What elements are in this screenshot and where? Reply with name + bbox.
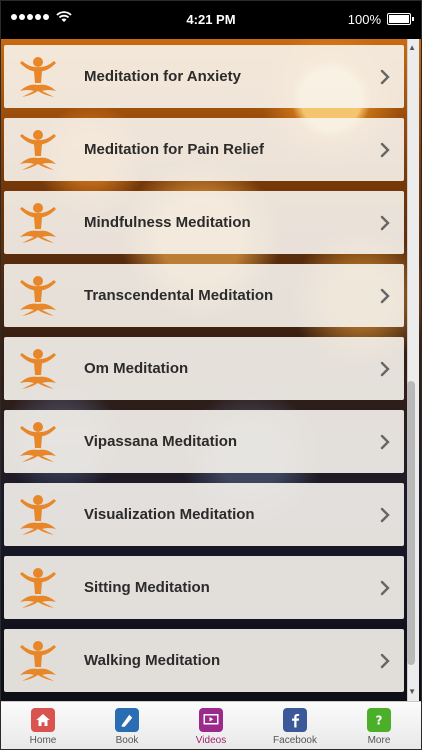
list-item-label: Mindfulness Meditation <box>84 214 251 231</box>
home-icon <box>31 708 55 732</box>
meditation-logo-icon <box>14 564 62 612</box>
list-item[interactable]: Transcendental Meditation <box>4 264 404 327</box>
tab-label: More <box>367 735 391 746</box>
tab-label: Book <box>115 735 139 746</box>
status-bar: 4:21 PM 100% <box>1 1 421 39</box>
scroll-up-arrow-icon[interactable]: ▲ <box>408 43 416 52</box>
tab-home[interactable]: Home <box>1 702 85 749</box>
videos-icon <box>199 708 223 732</box>
battery-icon <box>387 13 414 25</box>
tab-videos[interactable]: Videos <box>169 702 253 749</box>
list-item[interactable]: Vipassana Meditation <box>4 410 404 473</box>
list-item-label: Vipassana Meditation <box>84 433 238 450</box>
list-item[interactable]: Om Meditation <box>4 337 404 400</box>
meditation-logo-icon <box>14 637 62 685</box>
meditation-logo-icon <box>14 418 62 466</box>
scroll-down-arrow-icon[interactable]: ▼ <box>408 687 416 696</box>
list-item-label: Om Meditation <box>84 360 189 377</box>
list-item[interactable]: Meditation for Anxiety <box>4 45 404 108</box>
list-item-label: Walking Meditation <box>84 652 221 669</box>
chevron-right-icon <box>380 288 390 304</box>
scrollbar-thumb[interactable] <box>407 381 415 666</box>
book-icon <box>115 708 139 732</box>
tab-label: Facebook <box>273 735 317 746</box>
list-item-label: Sitting Meditation <box>84 579 210 596</box>
list-item[interactable]: Visualization Meditation <box>4 483 404 546</box>
chevron-right-icon <box>380 580 390 596</box>
chevron-right-icon <box>380 142 390 158</box>
chevron-right-icon <box>380 69 390 85</box>
list-item-label: Meditation for Pain Relief <box>84 141 265 158</box>
chevron-right-icon <box>380 507 390 523</box>
meditation-logo-icon <box>14 345 62 393</box>
content-area: Meditation for Anxiety Meditation for Pai… <box>1 39 421 701</box>
chevron-right-icon <box>380 653 390 669</box>
list-item-label: Meditation for Anxiety <box>84 68 241 85</box>
svg-text:?: ? <box>376 714 383 728</box>
tab-label: Home <box>29 735 57 746</box>
tab-bar: Home Book Videos Facebook? More <box>1 701 421 749</box>
meditation-logo-icon <box>14 199 62 247</box>
tab-label: Videos <box>195 735 227 746</box>
list-item[interactable]: Mindfulness Meditation <box>4 191 404 254</box>
meditation-logo-icon <box>14 53 62 101</box>
app-frame: 4:21 PM 100% Meditation for Anxiety Medit… <box>0 0 422 750</box>
tab-facebook[interactable]: Facebook <box>253 702 337 749</box>
list-item-label: Visualization Meditation <box>84 506 255 523</box>
scrollbar[interactable] <box>407 39 419 701</box>
more-icon: ? <box>367 708 391 732</box>
chevron-right-icon <box>380 434 390 450</box>
facebook-icon <box>283 708 307 732</box>
battery-percentage: 100% <box>347 12 381 27</box>
tab-book[interactable]: Book <box>85 702 169 749</box>
list-item[interactable]: Meditation for Pain Relief <box>4 118 404 181</box>
meditation-logo-icon <box>14 126 62 174</box>
meditation-logo-icon <box>14 272 62 320</box>
list-item-label: Transcendental Meditation <box>84 287 274 304</box>
tab-more[interactable]: ? More <box>337 702 421 749</box>
list-item[interactable]: Sitting Meditation <box>4 556 404 619</box>
chevron-right-icon <box>380 215 390 231</box>
list-item[interactable]: Walking Meditation <box>4 629 404 692</box>
chevron-right-icon <box>380 361 390 377</box>
meditation-logo-icon <box>14 491 62 539</box>
